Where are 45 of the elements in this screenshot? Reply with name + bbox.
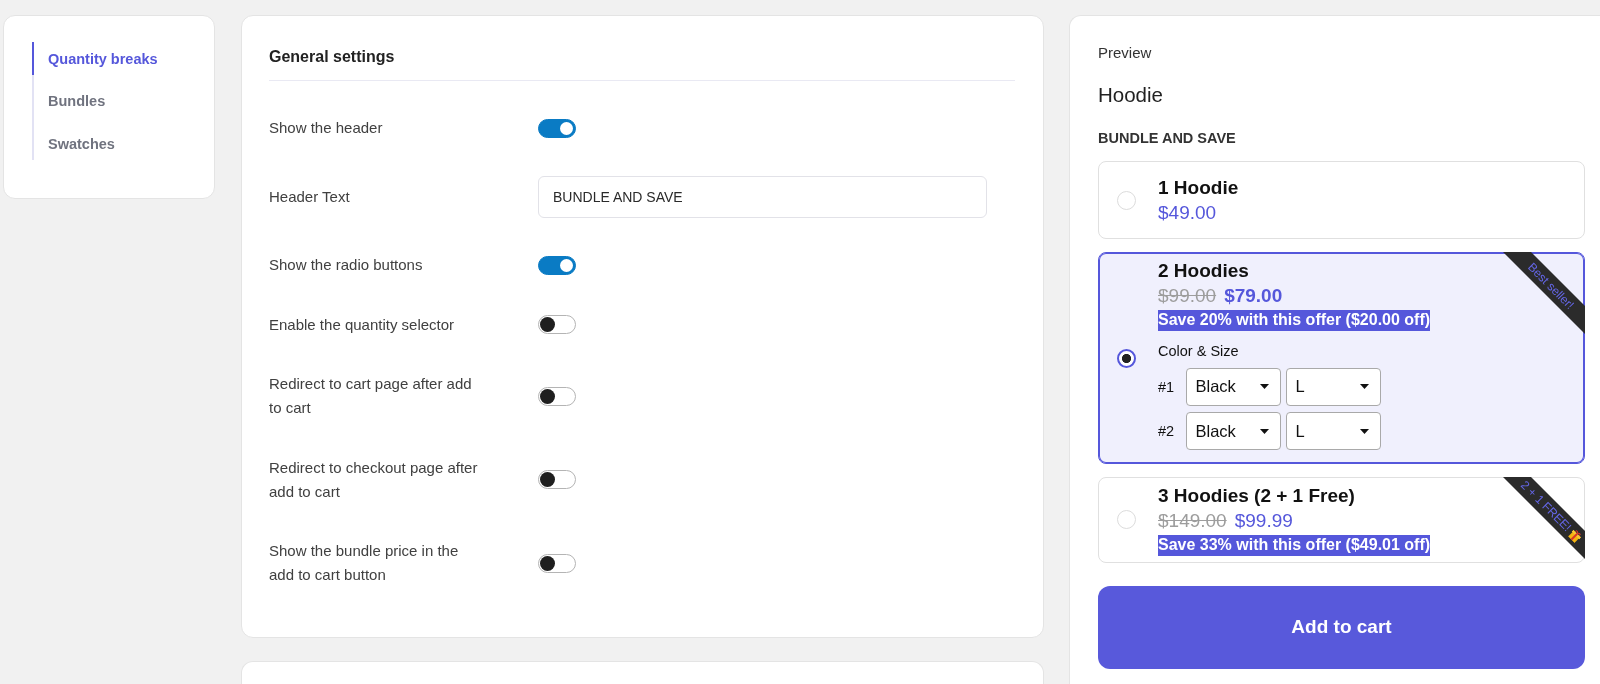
savings-highlight: Save 20% with this offer ($20.00 off) bbox=[1158, 310, 1431, 331]
sidebar-nav-item[interactable]: Bundles bbox=[32, 84, 158, 118]
offer-price: $99.99 bbox=[1234, 509, 1293, 533]
color-select[interactable]: Black bbox=[1185, 412, 1281, 450]
color-select[interactable]: Black bbox=[1185, 367, 1281, 406]
bundle-header: BUNDLE AND SAVE bbox=[1098, 129, 1236, 148]
offer-price: $49.00 bbox=[1158, 200, 1217, 225]
compare-price: $99.00 bbox=[1158, 284, 1217, 308]
toggle-switch[interactable] bbox=[538, 553, 576, 573]
toggle-switch[interactable] bbox=[538, 470, 576, 489]
setting-label: Show the header bbox=[269, 118, 384, 138]
size-select[interactable]: L bbox=[1285, 367, 1381, 406]
variant-label: Color & Size bbox=[1158, 341, 1239, 361]
size-select[interactable]: L bbox=[1285, 412, 1381, 450]
savings-highlight: Save 33% with this offer ($49.01 off) bbox=[1158, 535, 1431, 556]
offer-price: $79.00 bbox=[1224, 284, 1283, 308]
setting-label: Show the bundle price in the add to cart button bbox=[269, 541, 460, 585]
caret-icon bbox=[1260, 428, 1269, 434]
preview-label: Preview bbox=[1098, 43, 1152, 63]
offer-title: 2 Hoodies bbox=[1158, 259, 1249, 283]
variant-number: #1 bbox=[1158, 378, 1176, 395]
toggle-switch[interactable] bbox=[538, 255, 576, 275]
setting-label: Redirect to cart page after add to cart bbox=[269, 374, 473, 418]
compare-price: $149.00 bbox=[1158, 509, 1227, 533]
caret-icon bbox=[1360, 384, 1369, 389]
sidebar-nav-item[interactable]: Swatches bbox=[32, 127, 158, 160]
toggle-switch[interactable] bbox=[538, 118, 576, 138]
setting-label: Enable the quantity selector bbox=[269, 314, 456, 335]
setting-label: Redirect to checkout page after add to cart bbox=[269, 457, 479, 502]
caret-icon bbox=[1260, 384, 1269, 389]
offer-card[interactable]: 1 Hoodie $49.00 bbox=[1098, 161, 1585, 239]
product-title: Hoodie bbox=[1098, 82, 1163, 108]
setting-label: Show the radio buttons bbox=[269, 255, 424, 275]
sidebar-nav-item[interactable]: Quantity breaks bbox=[32, 42, 158, 75]
toggle-switch[interactable] bbox=[538, 386, 576, 406]
toggle-switch[interactable] bbox=[538, 315, 576, 334]
text-field[interactable]: BUNDLE AND SAVE bbox=[538, 175, 987, 218]
radio-button[interactable] bbox=[1117, 348, 1136, 368]
variant-number: #2 bbox=[1158, 423, 1176, 439]
add-to-cart-button[interactable]: Add to cart bbox=[1098, 585, 1585, 669]
offer-title: 3 Hoodies (2 + 1 Free) bbox=[1158, 484, 1355, 508]
section-title: General settings bbox=[269, 47, 395, 67]
caret-icon bbox=[1360, 428, 1369, 434]
offer-title: 1 Hoodie bbox=[1158, 175, 1239, 200]
setting-label: Header Text bbox=[269, 186, 351, 207]
